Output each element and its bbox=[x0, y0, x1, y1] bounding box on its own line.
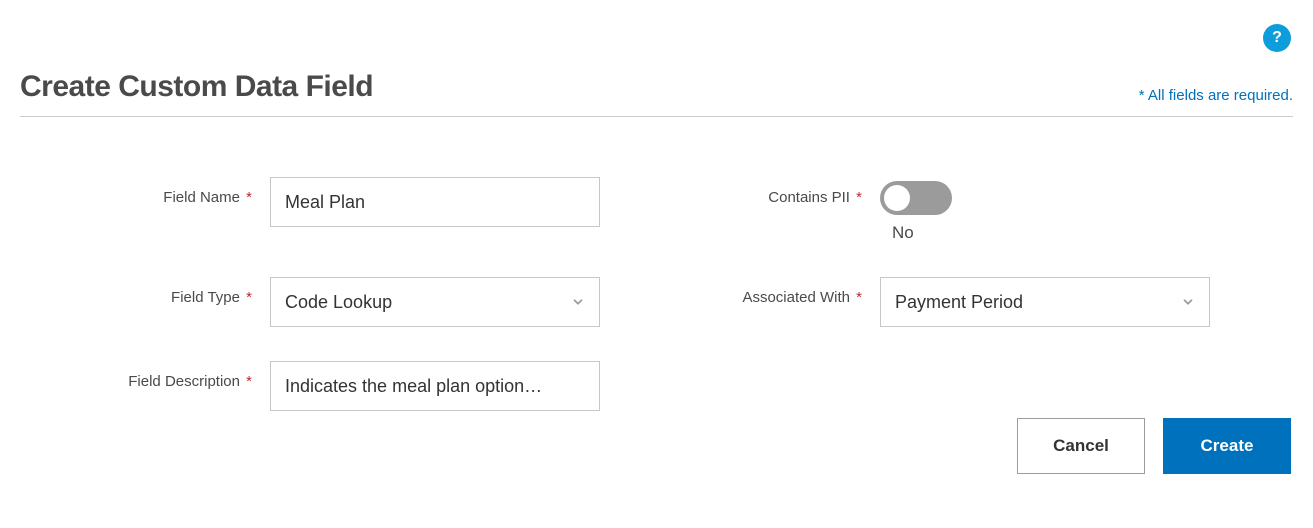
help-icon: ? bbox=[1272, 29, 1282, 47]
contains-pii-label: Contains PII * bbox=[600, 177, 880, 206]
page-header: Create Custom Data Field * All fields ar… bbox=[20, 70, 1293, 117]
label-text: Field Name bbox=[163, 189, 240, 206]
create-button[interactable]: Create bbox=[1163, 418, 1291, 474]
label-text: Field Description bbox=[128, 373, 240, 390]
field-name-cell bbox=[270, 177, 600, 227]
required-fields-note: * All fields are required. bbox=[1139, 87, 1293, 104]
required-asterisk: * bbox=[852, 289, 862, 306]
label-text: Associated With bbox=[742, 289, 850, 306]
field-name-label: Field Name * bbox=[20, 177, 270, 206]
associated-with-select[interactable]: Payment Period bbox=[880, 277, 1210, 327]
required-asterisk: * bbox=[852, 189, 862, 206]
label-text: Contains PII bbox=[768, 189, 850, 206]
field-description-label: Field Description * bbox=[20, 361, 270, 390]
field-name-input[interactable] bbox=[270, 177, 600, 227]
required-asterisk: * bbox=[242, 289, 252, 306]
associated-with-cell: Payment Period bbox=[880, 277, 1210, 327]
field-description-cell: Indicates the meal plan option… bbox=[270, 361, 600, 411]
label-text: Field Type bbox=[171, 289, 240, 306]
field-description-value: Indicates the meal plan option… bbox=[285, 376, 542, 397]
action-buttons: Cancel Create bbox=[1017, 418, 1291, 474]
contains-pii-value: No bbox=[892, 223, 1210, 243]
chevron-down-icon bbox=[571, 295, 585, 309]
cancel-button[interactable]: Cancel bbox=[1017, 418, 1145, 474]
chevron-down-icon bbox=[1181, 295, 1195, 309]
associated-with-value: Payment Period bbox=[895, 292, 1023, 313]
contains-pii-cell: No bbox=[880, 177, 1210, 243]
required-asterisk: * bbox=[242, 189, 252, 206]
field-type-cell: Code Lookup bbox=[270, 277, 600, 327]
field-type-label: Field Type * bbox=[20, 277, 270, 306]
required-asterisk: * bbox=[242, 373, 252, 390]
help-button[interactable]: ? bbox=[1263, 24, 1291, 52]
associated-with-label: Associated With * bbox=[600, 277, 880, 306]
field-type-value: Code Lookup bbox=[285, 292, 392, 313]
form: Field Name * Contains PII * No Field Typ… bbox=[20, 177, 1293, 411]
field-description-input[interactable]: Indicates the meal plan option… bbox=[270, 361, 600, 411]
contains-pii-toggle[interactable] bbox=[880, 181, 952, 215]
toggle-knob bbox=[884, 185, 910, 211]
field-type-select[interactable]: Code Lookup bbox=[270, 277, 600, 327]
page-title: Create Custom Data Field bbox=[20, 70, 373, 104]
